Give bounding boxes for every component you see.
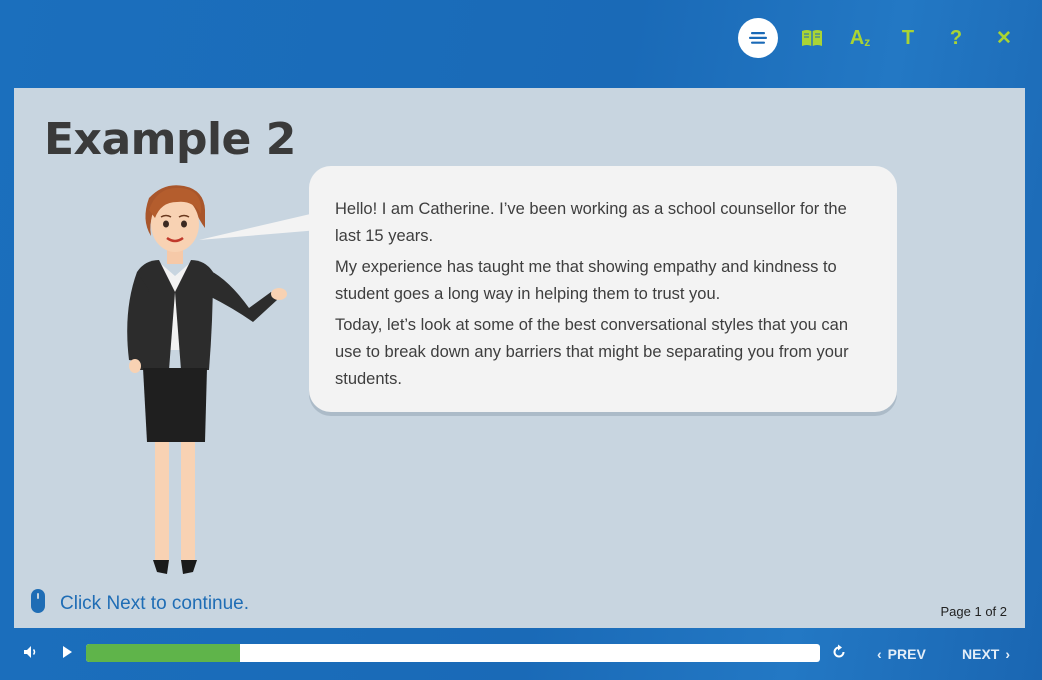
replay-button[interactable] bbox=[828, 644, 850, 664]
continue-hint: Click Next to continue. bbox=[30, 588, 249, 620]
play-button[interactable] bbox=[56, 644, 78, 664]
speech-bubble: Hello! I am Catherine. I’ve been working… bbox=[309, 166, 897, 412]
text-icon: T bbox=[901, 26, 915, 49]
next-label: NEXT bbox=[962, 646, 1000, 662]
prev-button[interactable]: ‹ PREV bbox=[877, 646, 926, 662]
player-controls: ‹ PREV NEXT › bbox=[0, 636, 1042, 672]
menu-lines-icon bbox=[738, 18, 778, 58]
chevron-right-icon: › bbox=[1005, 646, 1011, 662]
top-toolbar: Az T ? ✕ bbox=[734, 18, 1028, 58]
speech-paragraph: My experience has taught me that showing… bbox=[335, 258, 837, 303]
slide-title: Example 2 bbox=[44, 114, 296, 165]
next-button[interactable]: NEXT › bbox=[962, 646, 1010, 662]
speech-paragraph: Hello! I am Catherine. I’ve been working… bbox=[335, 200, 847, 245]
speech-paragraph: Today, let’s look at some of the best co… bbox=[335, 316, 849, 388]
close-button[interactable]: ✕ bbox=[980, 18, 1028, 58]
progress-bar[interactable] bbox=[86, 644, 820, 662]
replay-icon bbox=[831, 644, 847, 665]
glossary-button[interactable] bbox=[788, 18, 836, 58]
font-size-icon: Az bbox=[849, 26, 871, 49]
hint-text: Click Next to continue. bbox=[60, 593, 250, 614]
player-frame: Az T ? ✕ Example 2 Hello! I am Catherine… bbox=[0, 0, 1042, 680]
close-icon: ✕ bbox=[996, 27, 1012, 49]
help-button[interactable]: ? bbox=[932, 18, 980, 58]
help-icon: ? bbox=[949, 26, 963, 49]
progress-fill bbox=[86, 644, 241, 662]
prev-label: PREV bbox=[887, 646, 926, 662]
menu-button[interactable] bbox=[734, 18, 782, 58]
book-icon bbox=[801, 29, 823, 47]
play-icon bbox=[61, 645, 73, 664]
font-size-button[interactable]: Az bbox=[836, 18, 884, 58]
transcript-button[interactable]: T bbox=[884, 18, 932, 58]
slide-stage: Example 2 Hello! I am Catherine. I’ve be… bbox=[14, 88, 1025, 628]
volume-button[interactable] bbox=[20, 644, 42, 664]
chevron-left-icon: ‹ bbox=[877, 646, 882, 662]
mouse-icon bbox=[30, 588, 46, 620]
catherine-character bbox=[127, 185, 287, 574]
page-indicator: Page 1 of 2 bbox=[940, 604, 1008, 619]
speaker-icon bbox=[23, 645, 39, 664]
